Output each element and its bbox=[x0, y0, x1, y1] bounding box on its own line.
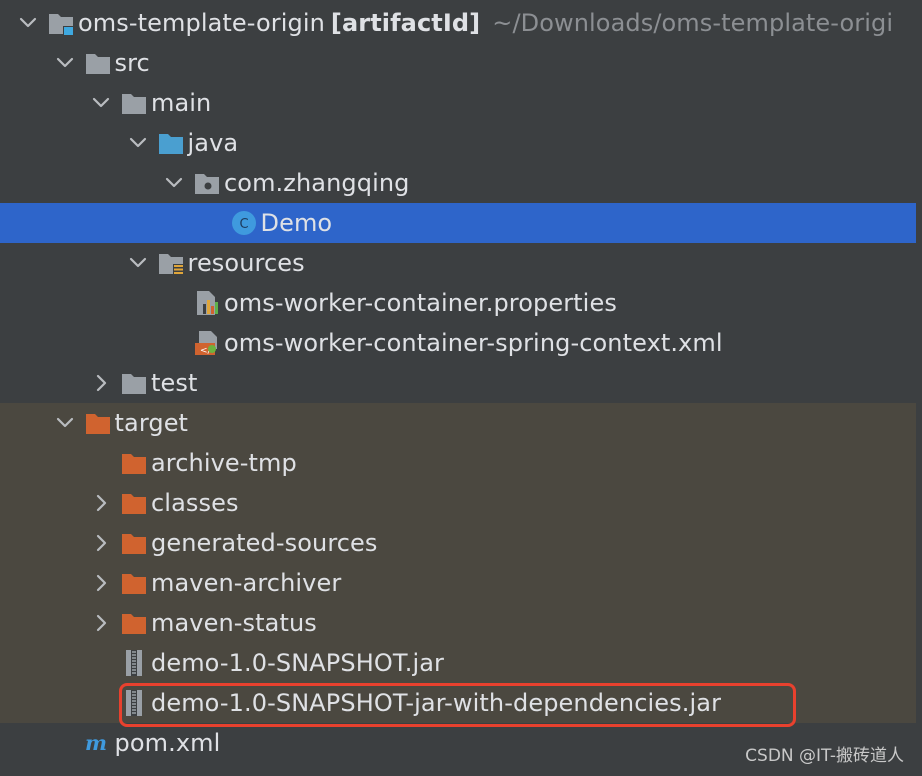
tree-node-resources[interactable]: resources bbox=[0, 243, 916, 283]
excluded-folder-icon bbox=[121, 530, 147, 556]
excluded-folder-icon bbox=[121, 490, 147, 516]
tree-node-label: resources bbox=[187, 249, 305, 277]
tree-node-label: Demo bbox=[260, 209, 333, 237]
tree-node-label: pom.xml bbox=[114, 729, 221, 757]
tree-node-label: oms-worker-container.properties bbox=[224, 289, 617, 317]
tree-node-label: oms-worker-container-spring-context.xml bbox=[224, 329, 723, 357]
tree-node-label: java bbox=[187, 129, 239, 157]
tree-node-demo[interactable]: C Demo bbox=[0, 203, 916, 243]
chevron-right-icon[interactable] bbox=[91, 373, 111, 393]
excluded-folder-icon bbox=[121, 450, 147, 476]
tree-node-test[interactable]: test bbox=[0, 363, 916, 403]
tree-node-label: oms-template-origin bbox=[78, 9, 325, 37]
folder-icon bbox=[121, 90, 147, 116]
tree-node-label: com.zhangqing bbox=[224, 169, 410, 197]
tree-node-jar1[interactable]: demo-1.0-SNAPSHOT.jar bbox=[0, 643, 916, 683]
tree-node-label: demo-1.0-SNAPSHOT.jar bbox=[151, 649, 445, 677]
tree-node-props[interactable]: oms-worker-container.properties bbox=[0, 283, 916, 323]
maven-pom-icon: m bbox=[85, 730, 111, 756]
artifact-id-label: [artifactId] bbox=[330, 9, 481, 37]
chevron-right-icon[interactable] bbox=[91, 493, 111, 513]
project-tree[interactable]: oms-template-origin [artifactId] ~/Downloa… bbox=[0, 0, 922, 776]
tree-node-mvnarch[interactable]: maven-archiver bbox=[0, 563, 916, 603]
highlight-annotation bbox=[119, 683, 796, 727]
resources-folder-icon bbox=[158, 250, 184, 276]
chevron-down-icon[interactable] bbox=[91, 93, 111, 113]
tree-node-main[interactable]: main bbox=[0, 83, 916, 123]
chevron-right-icon[interactable] bbox=[91, 613, 111, 633]
jar-file-icon bbox=[121, 650, 147, 676]
folder-icon bbox=[85, 50, 111, 76]
tree-node-xml[interactable]: </oms-worker-container-spring-context.xm… bbox=[0, 323, 916, 363]
tree-node-classes[interactable]: classes bbox=[0, 483, 916, 523]
chevron-right-icon[interactable] bbox=[91, 573, 111, 593]
package-icon bbox=[194, 170, 220, 196]
tree-node-label: archive-tmp bbox=[151, 449, 297, 477]
tree-node-mvnstat[interactable]: maven-status bbox=[0, 603, 916, 643]
module-folder-icon bbox=[48, 10, 74, 36]
excluded-folder-icon bbox=[121, 610, 147, 636]
tree-node-gensrc[interactable]: generated-sources bbox=[0, 523, 916, 563]
folder-icon bbox=[121, 370, 147, 396]
chevron-down-icon[interactable] bbox=[164, 173, 184, 193]
chevron-down-icon[interactable] bbox=[55, 53, 75, 73]
svg-text:m: m bbox=[85, 730, 107, 755]
module-path-label: ~/Downloads/oms-template-origi bbox=[492, 9, 894, 37]
chevron-down-icon[interactable] bbox=[18, 13, 38, 33]
tree-node-label: target bbox=[114, 409, 189, 437]
tree-node-label: generated-sources bbox=[151, 529, 378, 557]
tree-node-label: classes bbox=[151, 489, 239, 517]
tree-node-label: main bbox=[151, 89, 212, 117]
chevron-down-icon[interactable] bbox=[128, 133, 148, 153]
tree-node-src[interactable]: src bbox=[0, 43, 916, 83]
tree-node-archive[interactable]: archive-tmp bbox=[0, 443, 916, 483]
spring-xml-file-icon: </ bbox=[194, 330, 220, 356]
excluded-folder-icon bbox=[121, 570, 147, 596]
chevron-down-icon[interactable] bbox=[128, 253, 148, 273]
tree-node-root[interactable]: oms-template-origin [artifactId] ~/Downloa… bbox=[0, 3, 916, 43]
properties-file-icon bbox=[194, 290, 220, 316]
source-folder-icon bbox=[158, 130, 184, 156]
tree-node-java[interactable]: java bbox=[0, 123, 916, 163]
svg-text:C: C bbox=[239, 217, 248, 232]
tree-node-label: test bbox=[151, 369, 198, 397]
tree-node-target[interactable]: target bbox=[0, 403, 916, 443]
tree-node-label: src bbox=[114, 49, 150, 77]
chevron-right-icon[interactable] bbox=[91, 533, 111, 553]
tree-node-label: maven-archiver bbox=[151, 569, 342, 597]
watermark: CSDN @IT-搬砖道人 bbox=[745, 746, 904, 766]
chevron-down-icon[interactable] bbox=[55, 413, 75, 433]
tree-node-pkg[interactable]: com.zhangqing bbox=[0, 163, 916, 203]
java-class-icon: C bbox=[231, 210, 257, 236]
tree-node-label: maven-status bbox=[151, 609, 317, 637]
excluded-folder-icon bbox=[85, 410, 111, 436]
